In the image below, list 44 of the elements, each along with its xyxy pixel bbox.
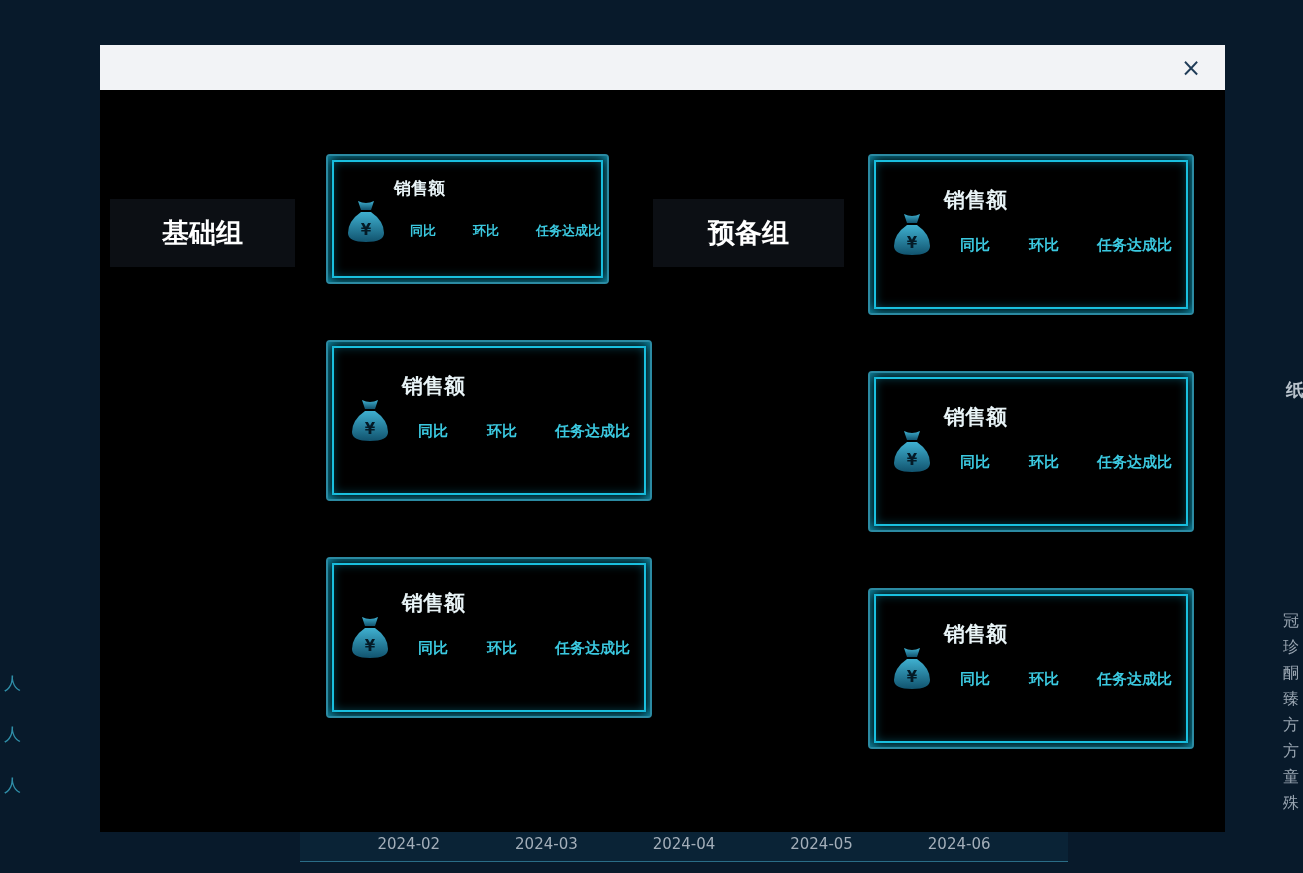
- metric-label: 任务达成比: [555, 639, 630, 658]
- table-cell: 方: [1283, 714, 1299, 736]
- table-cell: 方: [1283, 740, 1299, 762]
- card-title: 销售额: [944, 404, 1008, 431]
- close-button[interactable]: ×: [1176, 53, 1205, 82]
- card-title: 销售额: [944, 621, 1008, 648]
- metric-label: 任务达成比: [555, 422, 630, 441]
- table-cell: 珍: [1283, 636, 1299, 658]
- metric-label: 环比: [486, 422, 517, 441]
- table-cell: 殊: [1283, 792, 1299, 814]
- axis-label: 2024-02: [377, 835, 441, 853]
- metric-label: 任务达成比: [1097, 670, 1172, 689]
- metric-label: 同比: [410, 221, 436, 240]
- group-label: 预备组: [653, 199, 844, 267]
- unit-label: 人: [3, 672, 21, 695]
- column-header: 纸: [1286, 378, 1303, 402]
- group-label: 基础组: [110, 199, 295, 267]
- metric-label: 同比: [418, 422, 448, 441]
- table-cell: 冠: [1283, 610, 1299, 632]
- unit-label: 人: [3, 723, 21, 746]
- metric-label: 环比: [1028, 453, 1059, 472]
- metric-label: 同比: [960, 453, 990, 472]
- metric-label: 任务达成比: [1097, 453, 1172, 472]
- metric-label: 任务达成比: [536, 221, 601, 240]
- unit-label: 人: [3, 774, 21, 797]
- card-title: 销售额: [944, 187, 1008, 214]
- metric-label: 同比: [418, 639, 448, 658]
- table-cell: 酮: [1283, 662, 1299, 684]
- metric-label: 任务达成比: [1097, 236, 1172, 255]
- card-title: 销售额: [402, 373, 466, 400]
- metric-label: 环比: [486, 639, 517, 658]
- card-title: 销售额: [394, 176, 446, 200]
- axis-label: 2024-04: [652, 835, 716, 853]
- axis-label: 2024-03: [515, 835, 578, 853]
- metric-label: 同比: [960, 236, 990, 255]
- card-title: 销售额: [402, 590, 466, 617]
- metric-label: 同比: [960, 670, 990, 689]
- table-cell: 臻: [1283, 688, 1299, 710]
- metric-label: 环比: [473, 221, 499, 240]
- axis-label: 2024-06: [927, 835, 991, 853]
- metric-label: 环比: [1028, 670, 1059, 689]
- metric-label: 环比: [1028, 236, 1059, 255]
- table-cell: 童: [1283, 766, 1299, 788]
- axis-label: 2024-05: [790, 835, 853, 853]
